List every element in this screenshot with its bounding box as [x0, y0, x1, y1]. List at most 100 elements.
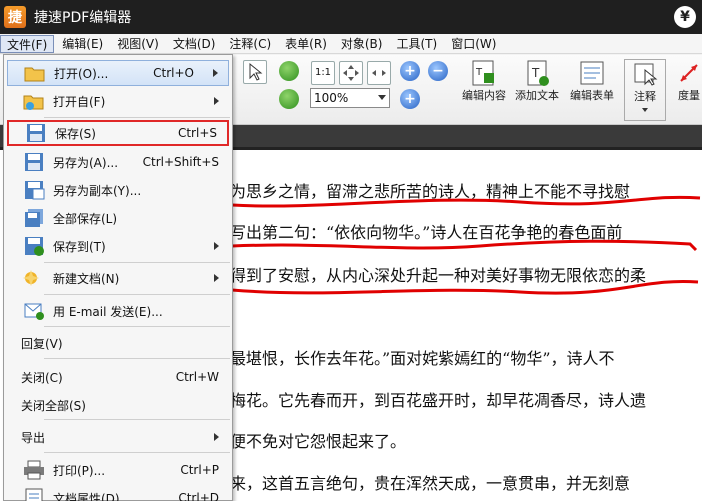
comment-button[interactable]: 注释 [624, 59, 666, 121]
menu-item-print[interactable]: 打印(P)... Ctrl+P [7, 457, 229, 483]
chevron-down-icon [642, 108, 648, 112]
chevron-right-icon [214, 242, 219, 250]
menu-separator [44, 452, 230, 453]
title-bar: 捷 捷速PDF编辑器 ¥ [0, 0, 702, 34]
actual-size-button[interactable]: 1:1 [311, 61, 335, 85]
fit-page-icon[interactable] [339, 61, 363, 85]
rotate-clockwise-icon[interactable] [279, 61, 299, 81]
edit-content-button[interactable]: T 编辑内容 [458, 59, 510, 103]
save-icon [27, 124, 45, 142]
edit-content-icon: T [472, 60, 494, 86]
menu-item-label: 保存到(T) [53, 239, 106, 254]
underline-stroke [231, 195, 701, 208]
menu-item-new-document[interactable]: 新建文档(N) [7, 265, 229, 291]
menu-item-label: 用 E-mail 发送(E)... [53, 304, 163, 319]
save-copy-icon [25, 181, 45, 200]
folder-open-icon [24, 67, 45, 82]
menu-item-save-all[interactable]: 全部保存(L) [7, 205, 229, 231]
menu-item-save-to[interactable]: 保存到(T) [7, 233, 229, 259]
menu-form[interactable]: 表单(R) [279, 35, 333, 53]
chevron-right-icon [214, 433, 219, 441]
menu-item-open-from[interactable]: 打开自(F) [7, 88, 229, 114]
file-menu-dropdown: 打开(O)... Ctrl+O 打开自(F) 保存(S) Ctrl+S 另存为(… [3, 54, 233, 501]
zoom-out-icon[interactable]: − [428, 61, 448, 81]
menu-item-shortcut: Ctrl+S [177, 126, 217, 140]
menu-item-close[interactable]: 关闭(C) Ctrl+W [7, 364, 229, 390]
menu-comment[interactable]: 注释(C) [223, 35, 277, 53]
menu-item-open[interactable]: 打开(O)... Ctrl+O [7, 60, 229, 86]
menu-item-email[interactable]: 用 E-mail 发送(E)... [7, 298, 229, 324]
yen-icon[interactable]: ¥ [674, 6, 696, 28]
menu-item-properties[interactable]: 文档属性(D)... Ctrl+D [7, 485, 229, 501]
fit-width-icon[interactable] [367, 61, 391, 85]
menu-item-save-copy[interactable]: 另存为副本(Y)... [7, 177, 229, 203]
menu-separator [44, 262, 230, 263]
zoom-value: 100% [314, 91, 349, 105]
menu-item-label: 关闭全部(S) [21, 398, 86, 413]
zoom-in-search-icon[interactable]: + [400, 61, 420, 81]
printer-icon [24, 460, 44, 480]
email-icon [24, 303, 44, 320]
menu-item-shortcut: Ctrl+O [153, 66, 194, 80]
menu-separator [44, 358, 230, 359]
menu-item-close-all[interactable]: 关闭全部(S) [7, 392, 229, 418]
menu-item-label: 打开(O)... [54, 66, 109, 81]
menu-window[interactable]: 窗口(W) [445, 35, 502, 53]
menu-document[interactable]: 文档(D) [167, 35, 222, 53]
folder-web-icon [23, 95, 44, 110]
underline-stroke [231, 239, 698, 252]
menu-item-shortcut: Ctrl+Shift+S [142, 155, 219, 169]
chevron-right-icon [214, 97, 219, 105]
app-title: 捷速PDF编辑器 [34, 10, 132, 26]
select-cursor-icon[interactable] [243, 60, 267, 84]
edit-form-label: 编辑表单 [570, 89, 614, 102]
measure-button[interactable]: 度量 [672, 59, 702, 103]
menu-separator [44, 419, 230, 420]
menu-item-revert[interactable]: 回复(V) [7, 330, 229, 356]
menu-separator [44, 294, 230, 295]
menu-item-label: 导出 [21, 430, 46, 445]
add-text-icon: T [527, 60, 549, 86]
measure-icon [680, 64, 698, 82]
svg-text:T: T [531, 66, 540, 80]
app-logo: 捷 [4, 6, 26, 28]
rotate-counterclockwise-icon[interactable] [279, 89, 299, 109]
zoom-select[interactable]: 100% [310, 88, 390, 108]
save-as-icon [25, 153, 43, 171]
menu-separator [44, 117, 230, 118]
menu-edit[interactable]: 编辑(E) [56, 35, 109, 53]
save-to-icon [25, 237, 44, 256]
zoom-in-icon[interactable]: + [400, 89, 420, 109]
menu-item-shortcut: Ctrl+D [178, 491, 219, 501]
add-text-label: 添加文本 [515, 89, 559, 102]
chevron-right-icon [214, 274, 219, 282]
menu-item-save[interactable]: 保存(S) Ctrl+S [7, 120, 229, 146]
menu-item-label: 另存为副本(Y)... [53, 183, 142, 198]
edit-content-label: 编辑内容 [462, 89, 506, 102]
menu-item-shortcut: Ctrl+W [175, 370, 219, 384]
menu-file[interactable]: 文件(F) [0, 34, 55, 53]
comment-label: 注释 [634, 90, 656, 103]
menu-item-save-as[interactable]: 另存为(A)... Ctrl+Shift+S [7, 149, 229, 175]
comment-icon [634, 63, 658, 86]
menu-view[interactable]: 视图(V) [111, 35, 165, 53]
edit-form-icon [580, 61, 604, 85]
menu-item-label: 回复(V) [21, 336, 63, 351]
menu-tools[interactable]: 工具(T) [390, 35, 443, 53]
menu-item-label: 全部保存(L) [53, 211, 118, 226]
menu-bar: 文件(F) 编辑(E) 视图(V) 文档(D) 注释(C) 表单(R) 对象(B… [0, 34, 702, 54]
add-text-button[interactable]: T 添加文本 [512, 59, 562, 103]
svg-text:T: T [475, 67, 483, 78]
menu-item-export[interactable]: 导出 [7, 424, 229, 450]
menu-separator [44, 326, 230, 327]
menu-object[interactable]: 对象(B) [335, 35, 389, 53]
chevron-right-icon [213, 69, 218, 77]
menu-item-label: 新建文档(N) [53, 271, 120, 286]
menu-item-label: 打开自(F) [53, 94, 106, 109]
edit-form-button[interactable]: 编辑表单 [566, 59, 618, 103]
properties-icon [25, 488, 43, 501]
chevron-down-icon [378, 95, 386, 100]
save-all-icon [25, 209, 43, 227]
new-document-icon [23, 270, 39, 286]
measure-label: 度量 [678, 89, 700, 102]
